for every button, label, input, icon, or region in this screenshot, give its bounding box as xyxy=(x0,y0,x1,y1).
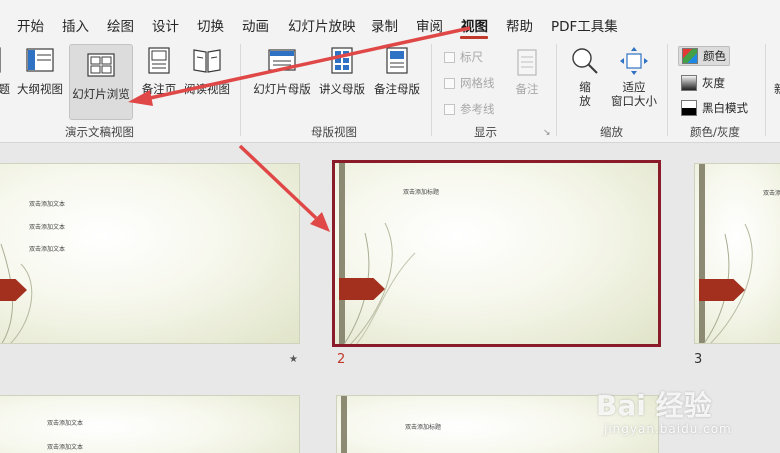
slide-thumbnail-4[interactable]: 双击添加文本 双击添加文本 xyxy=(0,395,300,453)
handout-master-label: 讲义母版 xyxy=(319,82,365,96)
color-group-label: 颜色/灰度 xyxy=(690,125,740,139)
ribbon-tab-bar: 开始 插入 绘图 设计 切换 动画 幻灯片放映 录制 审阅 视图 帮助 PDF工… xyxy=(0,0,780,40)
normal-view-icon xyxy=(0,47,1,73)
slide-thumbnail-1[interactable]: 双击添加文本 双击添加文本 双击添加文本 xyxy=(0,163,300,344)
zoom-button[interactable]: 缩 放 xyxy=(566,46,604,118)
tab-record[interactable]: 录制 xyxy=(371,15,398,35)
tab-pdf-tools[interactable]: PDF工具集 xyxy=(551,15,618,35)
zoom-label-line1: 缩 xyxy=(579,80,591,94)
outline-view-button[interactable]: 大纲视图 xyxy=(14,46,66,108)
slide-curves xyxy=(343,222,416,344)
normal-view-button[interactable]: 题 xyxy=(0,46,14,108)
ruler-checkbox[interactable]: 标尺 xyxy=(444,49,483,65)
black-white-swatch-icon xyxy=(681,100,697,116)
zoom-group-label: 缩放 xyxy=(600,125,623,139)
slide-placeholder-text: 双击添加文本 xyxy=(29,224,66,231)
slide-curves xyxy=(0,243,33,343)
reading-view-label: 阅读视图 xyxy=(184,82,230,96)
new-window-button[interactable]: 新 xyxy=(774,82,780,96)
slide-placeholder-text: 双击添加文本 xyxy=(47,444,84,451)
tab-draw[interactable]: 绘图 xyxy=(107,15,134,35)
ruler-label: 标尺 xyxy=(460,50,483,64)
slide-sorter-button[interactable]: 幻灯片浏览 xyxy=(69,44,133,120)
fit-label-line1: 适应 xyxy=(622,80,646,94)
handout-master-icon xyxy=(331,47,353,74)
tab-home[interactable]: 开始 xyxy=(17,15,44,35)
notes-page-icon xyxy=(148,47,170,74)
slide-title-placeholder: 双击添加标题 xyxy=(405,424,442,431)
notes-master-icon xyxy=(386,47,408,74)
tab-review[interactable]: 审阅 xyxy=(416,15,443,35)
slide-thumbnail-2[interactable]: 双击添加标题 xyxy=(332,160,661,347)
reading-view-icon xyxy=(193,49,221,73)
gridlines-label: 网格线 xyxy=(460,76,495,90)
slide-title-placeholder: 双击添加标题 xyxy=(763,190,780,197)
tab-transitions[interactable]: 切换 xyxy=(197,15,224,35)
guides-checkbox[interactable]: 参考线 xyxy=(444,101,495,117)
grayscale-swatch-icon xyxy=(681,75,697,91)
group-separator xyxy=(667,44,668,136)
master-views-group-label: 母版视图 xyxy=(311,125,357,139)
watermark-url-text: jingyan.baidu.com xyxy=(604,422,732,436)
ribbon: 题 大纲视图 幻灯片浏览 备注页 阅读视图 演示文稿视图 幻灯片母版 讲义母版 … xyxy=(0,40,780,143)
grayscale-mode-label: 灰度 xyxy=(702,76,725,90)
notes-page-label: 备注页 xyxy=(141,82,177,96)
notes-toggle-label: 备注 xyxy=(515,82,539,96)
show-group-label: 显示 xyxy=(474,125,497,139)
slide-master-button[interactable]: 幻灯片母版 xyxy=(250,46,314,108)
black-white-mode-option[interactable]: 黑白模式 xyxy=(681,100,748,116)
group-separator xyxy=(556,44,557,136)
slide-master-icon xyxy=(268,49,296,71)
outline-view-icon xyxy=(26,48,54,72)
fit-label-line2: 窗口大小 xyxy=(611,94,657,108)
slide-transition-star-icon: ★ xyxy=(289,354,298,365)
color-mode-label: 颜色 xyxy=(703,49,726,63)
show-dialog-launcher[interactable]: ↘ xyxy=(543,128,551,138)
slide-placeholder-text: 双击添加文本 xyxy=(47,420,84,427)
gridlines-checkbox[interactable]: 网格线 xyxy=(444,75,495,91)
tab-slide-show[interactable]: 幻灯片放映 xyxy=(288,15,356,35)
color-swatch-icon xyxy=(682,48,698,64)
group-separator xyxy=(240,44,241,136)
fit-to-window-icon xyxy=(620,47,648,75)
notes-master-label: 备注母版 xyxy=(374,82,420,96)
notes-toggle-button[interactable]: 备注 xyxy=(508,48,546,110)
group-separator xyxy=(431,44,432,136)
magnifier-icon xyxy=(572,48,598,74)
slide-sorter-label: 幻灯片浏览 xyxy=(72,87,130,101)
slide-placeholder-text: 双击添加文本 xyxy=(29,246,66,253)
slide-title-placeholder: 双击添加标题 xyxy=(403,189,440,196)
color-mode-option[interactable]: 颜色 xyxy=(678,46,730,66)
notes-icon xyxy=(517,49,537,76)
tab-design[interactable]: 设计 xyxy=(152,15,179,35)
slide-thumbnail-3[interactable]: 双击添加标题 xyxy=(694,163,780,344)
tab-animations[interactable]: 动画 xyxy=(242,15,269,35)
fit-to-window-button[interactable]: 适应 窗口大小 xyxy=(606,46,662,118)
group-separator xyxy=(765,44,766,136)
outline-view-label: 大纲视图 xyxy=(17,82,63,96)
baidu-jingyan-watermark: Bai 经验 jingyan.baidu.com xyxy=(596,378,780,453)
tab-insert[interactable]: 插入 xyxy=(62,15,89,35)
black-white-mode-label: 黑白模式 xyxy=(702,101,748,115)
grayscale-mode-option[interactable]: 灰度 xyxy=(681,75,725,91)
reading-view-button[interactable]: 阅读视图 xyxy=(183,46,231,108)
tab-view[interactable]: 视图 xyxy=(461,15,488,35)
active-tab-indicator xyxy=(460,36,488,39)
slide-number-2: 2 xyxy=(337,352,346,367)
watermark-main-text: Bai 经验 xyxy=(596,389,712,422)
tab-help[interactable]: 帮助 xyxy=(506,15,533,35)
slide-master-label: 幻灯片母版 xyxy=(253,82,311,96)
presentation-views-group-label: 演示文稿视图 xyxy=(65,125,134,139)
handout-master-button[interactable]: 讲义母版 xyxy=(316,46,368,108)
zoom-label-line2: 放 xyxy=(579,94,591,108)
slide-number-3: 3 xyxy=(694,352,703,367)
normal-view-label: 题 xyxy=(0,82,10,96)
slide-sorter-icon xyxy=(87,53,115,77)
guides-label: 参考线 xyxy=(460,102,495,116)
notes-master-button[interactable]: 备注母版 xyxy=(370,46,424,108)
slide-side-bar xyxy=(341,396,347,453)
slide-placeholder-text: 双击添加文本 xyxy=(29,201,66,208)
notes-page-button[interactable]: 备注页 xyxy=(136,46,182,108)
